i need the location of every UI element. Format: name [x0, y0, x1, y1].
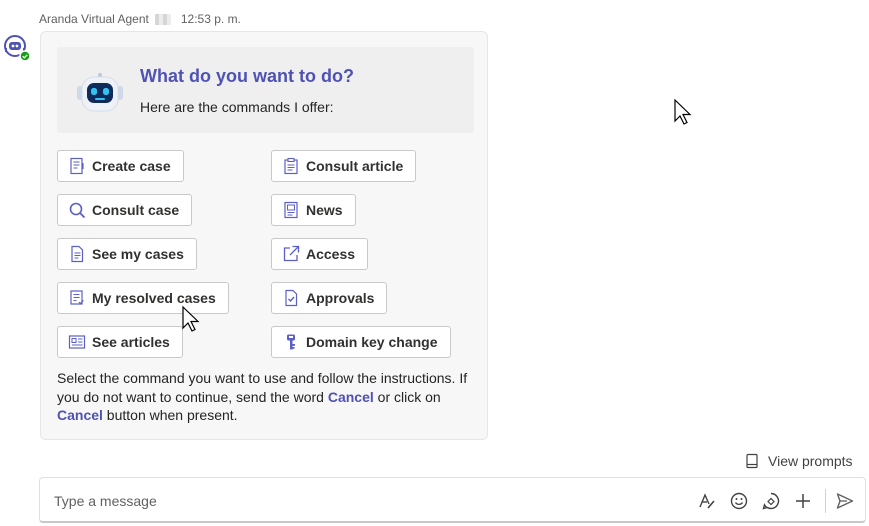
- sender-name: Aranda Virtual Agent: [39, 12, 149, 26]
- cancel-link-2[interactable]: Cancel: [57, 407, 103, 423]
- search-icon: [69, 202, 86, 219]
- access-button[interactable]: Access: [271, 238, 369, 270]
- articles-icon: [68, 335, 86, 349]
- command-card: What do you want to do? Here are the com…: [40, 31, 488, 440]
- bot-avatar[interactable]: [3, 34, 31, 62]
- robot-icon: [77, 73, 123, 112]
- external-link-icon: [283, 245, 300, 262]
- mouse-cursor-icon: [182, 305, 200, 332]
- checked-document-icon: [285, 289, 298, 307]
- create-case-button[interactable]: Create case: [57, 150, 184, 182]
- composer-divider: [825, 489, 826, 513]
- access-label: Access: [306, 246, 356, 262]
- message-composer: [39, 477, 866, 523]
- see-articles-label: See articles: [92, 334, 170, 350]
- bot-avatar-icon: [4, 35, 31, 62]
- add-attachment-button[interactable]: [792, 490, 814, 512]
- news-label: News: [306, 202, 343, 218]
- create-case-label: Create case: [92, 158, 171, 174]
- plus-icon: [796, 494, 810, 508]
- domain-key-change-button[interactable]: Domain key change: [271, 326, 451, 358]
- clipboard-icon: [284, 157, 298, 175]
- emoji-icon: [730, 492, 748, 510]
- my-resolved-cases-label: My resolved cases: [92, 290, 216, 306]
- approvals-label: Approvals: [306, 290, 375, 306]
- card-title: What do you want to do?: [140, 66, 354, 86]
- instructions-text-2: or click on: [373, 388, 441, 405]
- news-icon: [284, 201, 298, 219]
- mouse-cursor-icon-2: [674, 98, 692, 125]
- instructions-text-3: button when present.: [102, 407, 238, 423]
- cancel-link-1[interactable]: Cancel: [328, 389, 374, 405]
- send-icon: [836, 493, 854, 509]
- my-resolved-cases-button[interactable]: My resolved cases: [57, 282, 229, 314]
- emoji-button[interactable]: [728, 490, 750, 512]
- send-button[interactable]: [834, 490, 856, 512]
- consult-article-label: Consult article: [306, 158, 404, 174]
- document-icon: [71, 245, 84, 263]
- loop-compose-icon: [762, 492, 780, 510]
- key-icon: [287, 334, 295, 350]
- approvals-button[interactable]: Approvals: [271, 282, 388, 314]
- format-button[interactable]: [696, 490, 718, 512]
- blurred-badge: [154, 13, 171, 25]
- prompts-book-icon: [746, 453, 758, 469]
- resolved-list-icon: [70, 290, 84, 305]
- see-articles-button[interactable]: See articles: [57, 326, 183, 358]
- message-time: 12:53 p. m.: [180, 12, 241, 26]
- message-meta: Aranda Virtual Agent 12:53 p. m.: [39, 12, 241, 26]
- create-case-icon: [70, 157, 84, 175]
- news-button[interactable]: News: [271, 194, 356, 226]
- see-my-cases-button[interactable]: See my cases: [57, 238, 197, 270]
- consult-article-button[interactable]: Consult article: [271, 150, 417, 182]
- message-input[interactable]: [52, 488, 676, 514]
- view-prompts-button[interactable]: View prompts: [744, 453, 853, 469]
- consult-case-label: Consult case: [92, 202, 180, 218]
- loop-button[interactable]: [760, 490, 782, 512]
- card-instructions: Select the command you want to use and f…: [57, 369, 477, 425]
- domain-key-change-label: Domain key change: [306, 334, 438, 350]
- consult-case-button[interactable]: Consult case: [57, 194, 193, 226]
- card-subtitle: Here are the commands I offer:: [140, 99, 334, 115]
- view-prompts-label: View prompts: [768, 453, 853, 469]
- format-text-icon: [699, 493, 715, 509]
- card-header: What do you want to do? Here are the com…: [57, 47, 474, 133]
- see-my-cases-label: See my cases: [92, 246, 184, 262]
